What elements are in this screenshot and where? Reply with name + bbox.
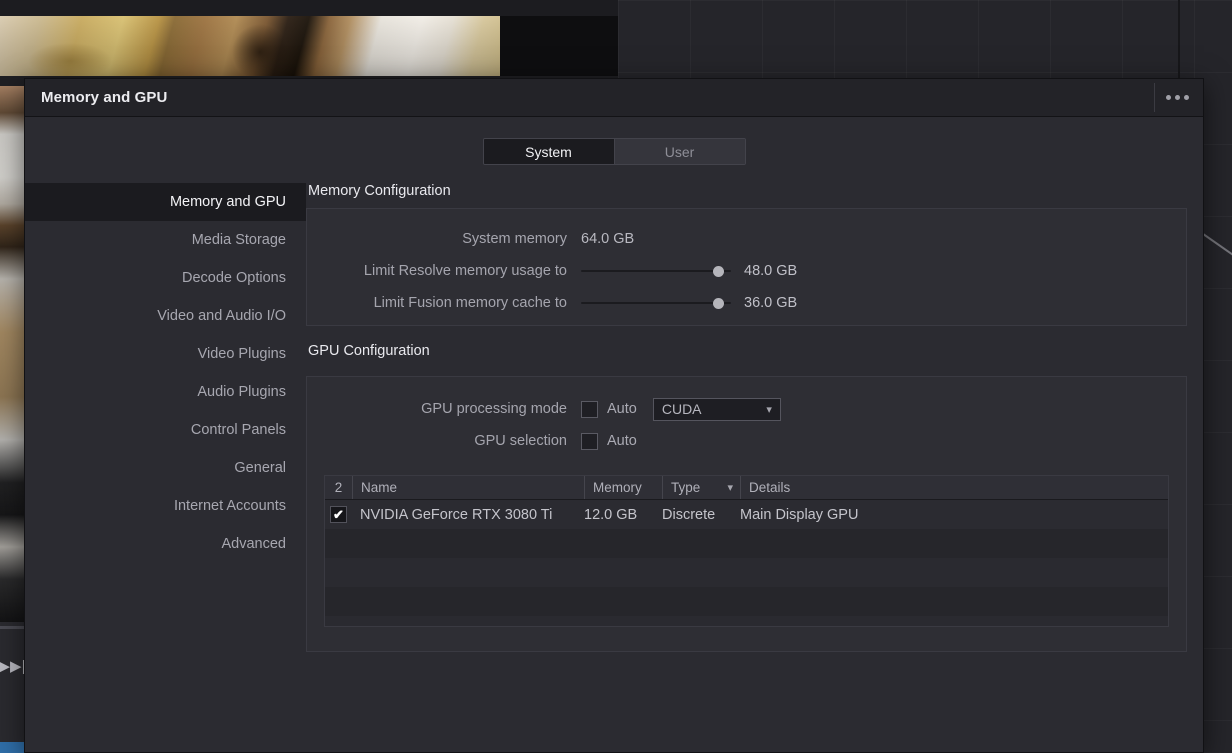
table-row-empty <box>325 529 1168 558</box>
kebab-dot <box>1166 95 1171 100</box>
check-icon: ✔ <box>333 507 344 522</box>
slider-knob[interactable] <box>713 266 725 277</box>
resolve-memory-limit-label: Limit Resolve memory usage to <box>363 263 567 279</box>
gpu-processing-mode-auto-label: Auto <box>607 401 637 417</box>
chevron-down-icon: ▾ <box>727 482 733 494</box>
kebab-dot <box>1175 95 1180 100</box>
sidebar-item-control-panels[interactable]: Control Panels <box>25 411 306 449</box>
sidebar-item-audio-plugins[interactable]: Audio Plugins <box>25 373 306 411</box>
sidebar-item-internet-accounts[interactable]: Internet Accounts <box>25 487 306 525</box>
fusion-memory-cache-label: Limit Fusion memory cache to <box>373 295 567 311</box>
video-thumbnail-studio <box>0 86 24 622</box>
sidebar-item-media-storage[interactable]: Media Storage <box>25 221 306 259</box>
gpu-row-checkbox[interactable]: ✔ <box>330 506 347 523</box>
gpu-table: 2 Name Memory Type ▾ Details ✔ NVIDIA Ge… <box>324 475 1169 627</box>
column-header-type[interactable]: Type ▾ <box>662 476 740 499</box>
table-row[interactable]: ✔ NVIDIA GeForce RTX 3080 Ti 12.0 GB Dis… <box>325 500 1168 529</box>
gpu-selection-auto-checkbox[interactable] <box>581 432 598 450</box>
tab-bar: System User <box>25 117 1203 165</box>
system-memory-row: System memory 64.0 GB <box>307 223 1186 255</box>
gpu-row-name: NVIDIA GeForce RTX 3080 Ti <box>360 506 553 523</box>
sidebar-item-memory-and-gpu[interactable]: Memory and GPU <box>25 183 306 221</box>
sidebar-item-video-plugins[interactable]: Video Plugins <box>25 335 306 373</box>
background-accent-bar <box>0 742 24 753</box>
background-thumbnail-strip <box>0 16 618 76</box>
sidebar-item-advanced[interactable]: Advanced <box>25 525 306 563</box>
titlebar-separator <box>1154 83 1155 112</box>
preferences-sidebar: Memory and GPU Media Storage Decode Opti… <box>25 183 306 652</box>
slider-track <box>581 270 731 272</box>
gpu-row-details: Main Display GPU <box>740 506 859 523</box>
memory-configuration-panel: System memory 64.0 GB Limit Resolve memo… <box>306 208 1187 326</box>
skip-to-end-icon[interactable]: ▶▶| <box>0 655 25 677</box>
background-left-panel <box>0 622 24 753</box>
system-memory-value: 64.0 GB <box>581 231 635 247</box>
sidebar-item-video-and-audio-io[interactable]: Video and Audio I/O <box>25 297 306 335</box>
column-header-type-label: Type <box>671 480 701 495</box>
resolve-memory-limit-row: Limit Resolve memory usage to 48.0 GB <box>307 255 1186 287</box>
memory-and-gpu-dialog: Memory and GPU System User Memory and GP… <box>24 78 1204 753</box>
table-row-empty <box>325 616 1168 626</box>
column-header-count: 2 <box>334 480 343 495</box>
background-toolbar <box>0 0 618 16</box>
gpu-row-select-cell: ✔ <box>325 500 352 529</box>
column-header-details[interactable]: Details <box>740 476 1168 499</box>
fusion-memory-cache-value: 36.0 GB <box>744 295 798 311</box>
gpu-selection-row: GPU selection Auto <box>307 425 1186 457</box>
gpu-configuration-heading: GPU Configuration <box>308 343 430 359</box>
gpu-selection-label: GPU selection <box>474 433 567 449</box>
gpu-processing-mode-row: GPU processing mode Auto CUDA ▾ <box>307 393 1186 425</box>
fusion-memory-cache-row: Limit Fusion memory cache to 36.0 GB <box>307 287 1186 319</box>
gpu-processing-mode-value: CUDA <box>661 401 702 417</box>
sidebar-item-decode-options[interactable]: Decode Options <box>25 259 306 297</box>
gpu-processing-mode-dropdown[interactable]: CUDA ▾ <box>652 397 781 421</box>
gpu-row-memory: 12.0 GB <box>584 506 638 523</box>
video-thumbnail-church <box>0 16 500 76</box>
kebab-menu-icon[interactable] <box>1166 79 1189 116</box>
gpu-row-type: Discrete <box>662 506 716 523</box>
dialog-body: Memory and GPU Media Storage Decode Opti… <box>25 183 1203 652</box>
resolve-memory-limit-value: 48.0 GB <box>744 263 798 279</box>
table-row-empty <box>325 587 1168 616</box>
page-title: Memory and GPU <box>41 89 168 106</box>
system-memory-label: System memory <box>462 231 567 247</box>
kebab-dot <box>1184 95 1189 100</box>
table-row-empty <box>325 558 1168 587</box>
column-header-memory[interactable]: Memory <box>584 476 662 499</box>
gpu-processing-mode-label: GPU processing mode <box>421 401 567 417</box>
background-left-divider <box>0 626 24 629</box>
tab-user[interactable]: User <box>613 139 745 164</box>
tab-system[interactable]: System <box>483 139 614 164</box>
gpu-processing-mode-auto-checkbox[interactable] <box>581 400 598 418</box>
chevron-down-icon: ▾ <box>766 403 772 416</box>
column-header-name[interactable]: Name <box>352 476 584 499</box>
sidebar-item-general[interactable]: General <box>25 449 306 487</box>
memory-configuration-heading: Memory Configuration <box>308 183 451 199</box>
slider-track <box>581 302 731 304</box>
dialog-titlebar: Memory and GPU <box>25 79 1203 117</box>
fusion-memory-cache-slider[interactable] <box>581 296 731 310</box>
preferences-content: Memory Configuration System memory 64.0 … <box>306 183 1203 652</box>
resolve-memory-limit-slider[interactable] <box>581 264 731 278</box>
gpu-configuration-panel: GPU processing mode Auto CUDA ▾ GPU sele… <box>306 376 1187 652</box>
slider-knob[interactable] <box>713 298 725 309</box>
gpu-table-header: 2 Name Memory Type ▾ Details <box>325 476 1168 500</box>
gpu-selection-auto-label: Auto <box>607 433 637 449</box>
